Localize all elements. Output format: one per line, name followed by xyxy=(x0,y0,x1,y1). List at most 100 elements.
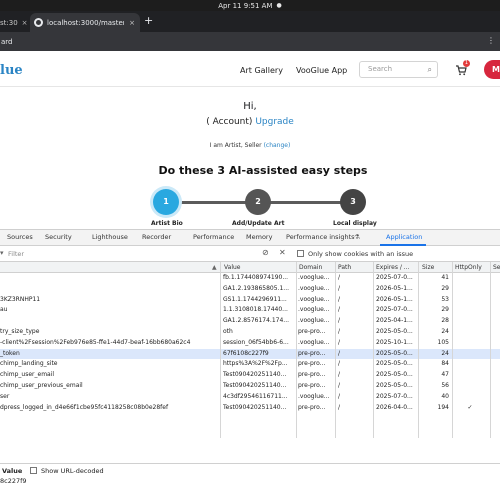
tab-recorder[interactable]: Recorder xyxy=(142,233,171,241)
close-icon[interactable]: × xyxy=(129,19,135,27)
show-url-decoded-label: Show URL-decoded xyxy=(41,467,104,475)
step-3-circle[interactable]: 3 xyxy=(340,189,366,215)
cell-domain: .vooglue... xyxy=(298,338,330,346)
cell-name: dpress_logged_in_d4e66f1cbe95fc4118258c0… xyxy=(0,403,169,411)
search-input[interactable]: Search ⌕ xyxy=(359,61,438,78)
column-secure[interactable]: Se xyxy=(493,264,500,271)
table-row[interactable]: ser 4c3df29546116711... .vooglue... / 2025-0… xyxy=(0,392,500,403)
table-row[interactable]: GA1.2.8576174.174... .vooglue... / 2025-04-… xyxy=(0,316,500,327)
status-dot-icon: ● xyxy=(276,2,282,9)
filter-input[interactable]: Filter xyxy=(8,250,24,258)
cell-path: / xyxy=(338,403,341,411)
column-divider xyxy=(490,262,491,438)
cell-expires: 2025-05-0... xyxy=(376,360,413,368)
cell-value: GA1.2.8576174.174... xyxy=(223,317,290,325)
tab-security[interactable]: Security xyxy=(45,233,72,241)
cell-size: 53 xyxy=(441,295,449,303)
tab-sources[interactable]: Sources xyxy=(7,233,33,241)
table-row[interactable]: _token 67f6108c227f9 pre-pro... / 2025-05-0.… xyxy=(0,348,500,360)
cell-size: 24 xyxy=(441,328,449,335)
table-row[interactable]: fb.1.174408974190... .vooglue... / 2025-07-… xyxy=(0,273,500,284)
table-row[interactable]: try_size_type oth pre-pro... / 2025-05-0... 2… xyxy=(0,327,500,338)
cell-path: / xyxy=(338,382,341,389)
cell-path: / xyxy=(338,392,341,400)
cell-path: / xyxy=(338,274,341,281)
browser-menu-icon[interactable]: ⋮ xyxy=(487,36,496,45)
cell-expires: 2025-07-0... xyxy=(376,392,413,400)
tab-lighthouse[interactable]: Lighthouse xyxy=(92,233,128,241)
cell-size: 56 xyxy=(441,382,449,389)
cell-path: / xyxy=(338,284,341,292)
table-row[interactable]: chimp_user_previous_email Test09042025114… xyxy=(0,381,500,392)
cell-value: GS1.1.1744296911... xyxy=(223,295,287,303)
cell-expires: 2025-10-1... xyxy=(376,338,413,346)
clear-filtered-icon[interactable]: ⊘ xyxy=(262,248,269,257)
sort-icon[interactable]: ▲ xyxy=(212,264,217,271)
site-logo[interactable]: lue xyxy=(0,63,23,78)
cell-value: 4c3df29546116711... xyxy=(223,392,288,400)
search-icon[interactable]: ⌕ xyxy=(428,62,432,77)
column-domain[interactable]: Domain xyxy=(299,264,322,271)
step-1-circle[interactable]: 1 xyxy=(153,189,179,215)
tab-performance-insights[interactable]: Performance insights xyxy=(286,233,355,241)
user-menu-button[interactable]: M xyxy=(484,60,500,79)
nav-art-gallery[interactable]: Art Gallery xyxy=(240,66,283,75)
cell-expires: 2025-05-0... xyxy=(376,349,413,357)
change-role-link[interactable]: (change) xyxy=(264,142,291,149)
table-row[interactable]: -client%2Fsession%2Feb976e85-ffe1-44d7-b… xyxy=(0,338,500,349)
cell-httponly: ✓ xyxy=(467,403,473,411)
cell-name: ser xyxy=(0,392,10,400)
only-issue-checkbox[interactable] xyxy=(297,250,304,257)
cell-domain: pre-pro... xyxy=(298,382,326,389)
column-size[interactable]: Size xyxy=(422,264,434,271)
step-2-circle[interactable]: 2 xyxy=(245,189,271,215)
cell-domain: pre-pro... xyxy=(298,360,326,368)
show-url-decoded-checkbox[interactable] xyxy=(30,467,37,474)
cell-expires: 2025-07-0... xyxy=(376,306,413,314)
cart-count-badge: 1 xyxy=(463,60,470,67)
column-expires[interactable]: Expires / ... xyxy=(376,264,410,271)
cookie-filter-bar xyxy=(0,246,500,262)
delete-selected-icon[interactable]: ✕ xyxy=(279,248,286,257)
steps-title: Do these 3 AI-assisted easy steps xyxy=(158,164,368,177)
cell-name: 3KZ3RNHP11 xyxy=(0,295,41,303)
column-divider xyxy=(335,262,336,438)
cell-size: 24 xyxy=(441,349,449,357)
browser-tab-inactive[interactable]: st:30 × xyxy=(0,14,30,31)
column-value[interactable]: Value xyxy=(224,264,240,271)
account-line: ( Account) Upgrade xyxy=(0,117,500,127)
cell-domain: pre-pro... xyxy=(298,403,326,411)
flask-icon: ⚗ xyxy=(354,233,360,241)
column-divider xyxy=(373,262,374,438)
cell-domain: pre-pro... xyxy=(298,328,326,335)
address-bar[interactable]: ard ⋮ xyxy=(0,32,500,51)
table-row[interactable]: 3KZ3RNHP11 GS1.1.1744296911... .vooglue...… xyxy=(0,295,500,306)
cell-expires: 2025-04-1... xyxy=(376,317,413,325)
cell-size: 41 xyxy=(441,274,449,281)
upgrade-link[interactable]: Upgrade xyxy=(255,117,293,127)
tab-application[interactable]: Application xyxy=(386,233,422,241)
new-tab-button[interactable]: + xyxy=(144,14,153,27)
search-placeholder: Search xyxy=(368,65,393,73)
tab-memory[interactable]: Memory xyxy=(246,233,272,241)
cell-value: oth xyxy=(223,328,233,335)
cell-domain: .vooglue... xyxy=(298,392,330,400)
column-httponly[interactable]: HttpOnly xyxy=(455,264,482,271)
cell-path: / xyxy=(338,371,341,379)
cell-value: 67f6108c227f9 xyxy=(223,349,269,357)
close-icon[interactable]: × xyxy=(22,19,28,27)
table-row[interactable]: au 1.1.3108018.17440... .vooglue... / 2025-0… xyxy=(0,305,500,316)
cell-name: au xyxy=(0,306,8,314)
cell-name: chimp_user_previous_email xyxy=(0,382,83,389)
tab-title: st:30 xyxy=(0,18,18,27)
tab-performance[interactable]: Performance xyxy=(193,233,234,241)
table-row[interactable]: chimp_user_email Test090420251140... pre-p… xyxy=(0,370,500,381)
table-row[interactable]: chimp_landing_site https%3A%2F%2Fp... pre-… xyxy=(0,359,500,370)
table-row[interactable]: dpress_logged_in_d4e66f1cbe95fc4118258c0… xyxy=(0,403,500,414)
column-path[interactable]: Path xyxy=(338,264,351,271)
nav-vooglue-app[interactable]: VooGlue App xyxy=(296,66,347,75)
globe-icon xyxy=(34,18,43,27)
cell-path: / xyxy=(338,360,341,368)
table-row[interactable]: GA1.2.193865805.1... .vooglue... / 2026-05-… xyxy=(0,284,500,295)
browser-tab-active[interactable]: localhost:3000/master-c × xyxy=(30,13,140,32)
